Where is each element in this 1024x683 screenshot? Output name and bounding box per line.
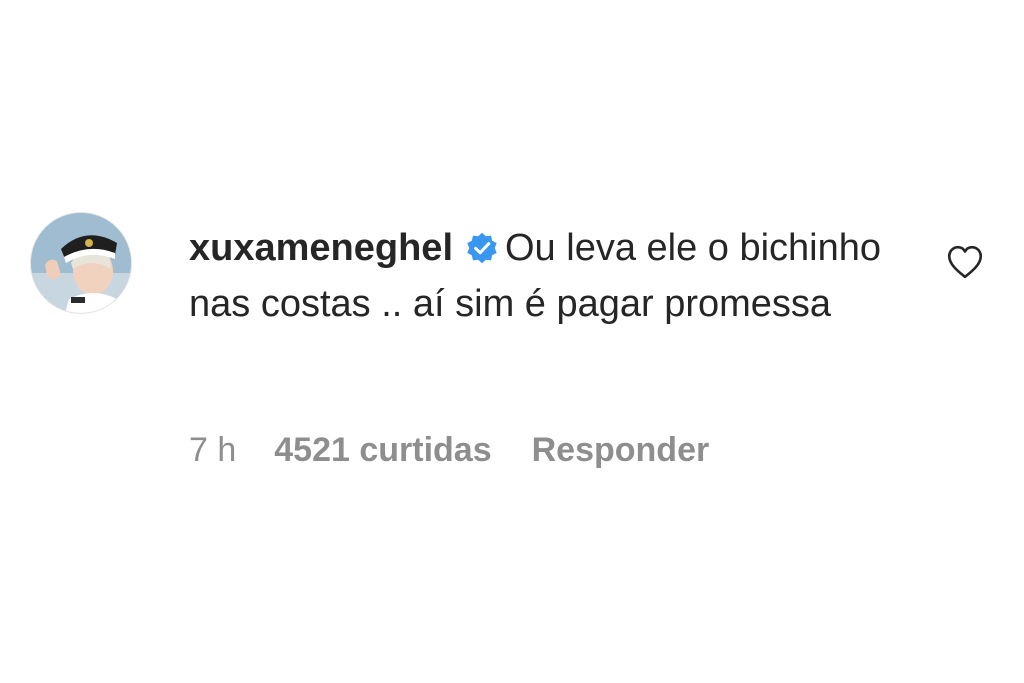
likes-count[interactable]: 4521 curtidas — [274, 431, 491, 469]
comment-body: xuxameneghel Ou leva ele o bichinho nas c… — [189, 220, 919, 332]
heart-outline-icon — [947, 245, 983, 279]
comment-username[interactable]: xuxameneghel — [189, 227, 453, 269]
avatar-image — [31, 213, 131, 313]
reply-button[interactable]: Responder — [532, 431, 710, 469]
comment-meta: 7 h 4521 curtidas Responder — [189, 428, 709, 472]
comment-time[interactable]: 7 h — [189, 431, 236, 469]
comment: xuxameneghel Ou leva ele o bichinho nas c… — [0, 0, 1024, 683]
avatar[interactable] — [30, 212, 132, 314]
verified-badge-icon — [467, 232, 497, 264]
like-button[interactable] — [944, 241, 986, 283]
